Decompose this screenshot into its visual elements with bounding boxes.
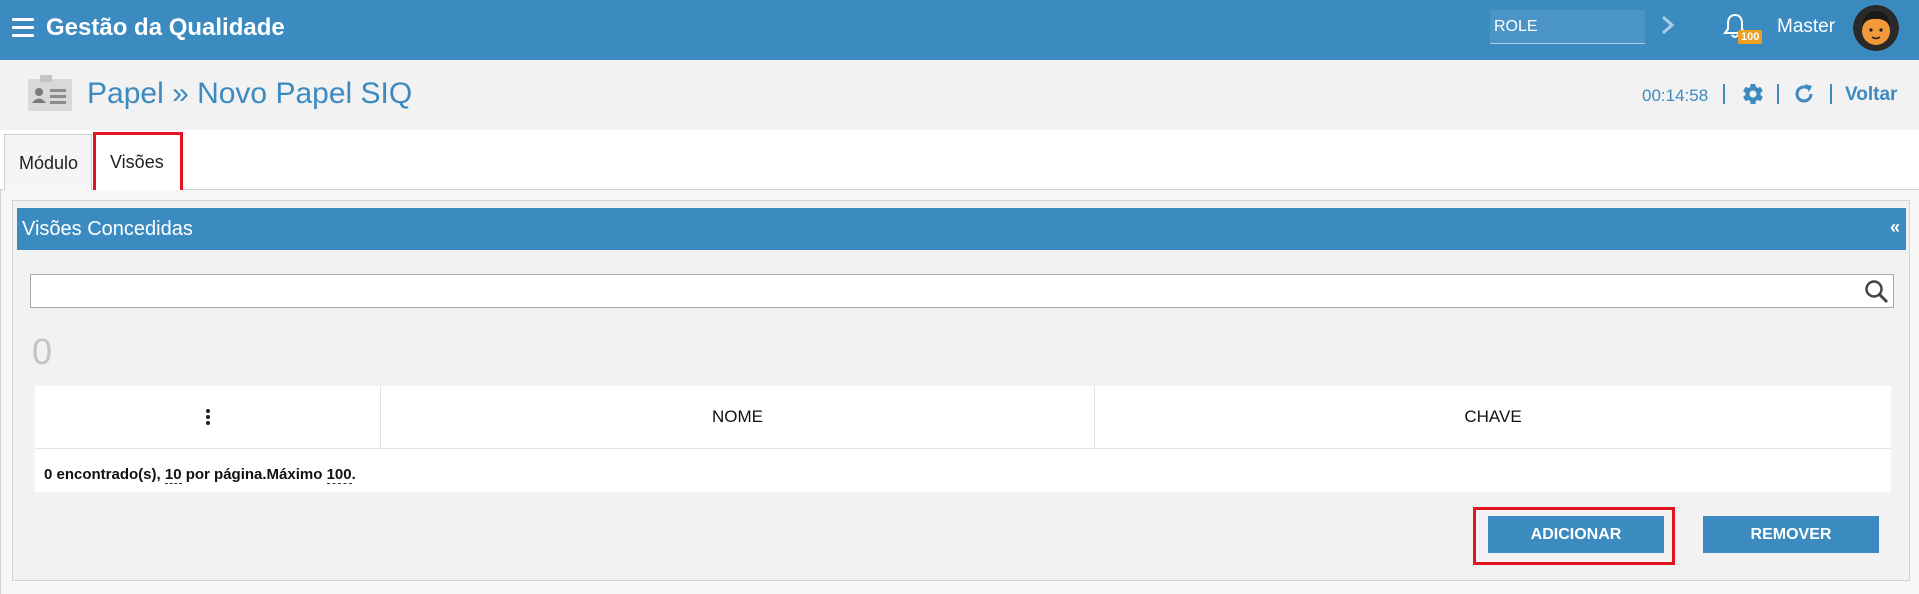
pagination-info: 0 encontrado(s), 10 por página.Máximo 10… xyxy=(44,466,356,484)
per-page-selector[interactable]: 10 xyxy=(164,466,182,484)
session-timer: 00:14:58 xyxy=(1642,86,1709,105)
add-button[interactable]: ADICIONAR xyxy=(1488,516,1664,553)
notifications-button[interactable]: 100 xyxy=(1722,12,1763,48)
page-title: Papel » Novo Papel SIQ xyxy=(87,77,413,110)
back-link[interactable]: Voltar xyxy=(1845,84,1897,106)
panel-title: Visões Concedidas xyxy=(22,218,193,240)
remove-button[interactable]: REMOVER xyxy=(1703,516,1879,553)
panel-header: Visões Concedidas « xyxy=(17,208,1906,250)
column-header-nome[interactable]: NOME xyxy=(381,386,1095,449)
page-header: Papel » Novo Papel SIQ 00:14:58 Voltar xyxy=(0,60,1919,130)
role-input[interactable] xyxy=(1490,10,1645,44)
column-menu[interactable] xyxy=(35,386,381,449)
gear-icon[interactable] xyxy=(1741,82,1765,106)
app-title: Gestão da Qualidade xyxy=(46,14,285,41)
visoes-table: NOME CHAVE 0 encontrado(s), 10 por págin… xyxy=(35,386,1891,492)
found-text: 0 encontrado(s), xyxy=(44,466,165,483)
refresh-icon[interactable] xyxy=(1792,82,1816,106)
tab-modulo[interactable]: Módulo xyxy=(4,134,92,191)
separator xyxy=(1830,84,1832,104)
tab-bar: Módulo Visões xyxy=(0,130,1919,191)
per-page-text: por página.Máximo xyxy=(181,466,327,483)
separator xyxy=(1777,84,1779,104)
search-icon[interactable] xyxy=(1864,279,1890,305)
hamburger-menu-icon[interactable] xyxy=(12,18,34,38)
chevron-right-icon[interactable] xyxy=(1660,14,1676,36)
result-count: 0 xyxy=(32,331,53,372)
top-bar: Gestão da Qualidade 100 Master xyxy=(0,0,1919,60)
collapse-icon[interactable]: « xyxy=(1890,217,1900,238)
id-card-icon xyxy=(28,75,72,111)
kebab-menu-icon[interactable] xyxy=(205,408,211,426)
visoes-panel: Visões Concedidas « 0 NOME CHAVE 0 encon… xyxy=(12,200,1910,581)
max-selector[interactable]: 100 xyxy=(326,466,352,484)
tab-visoes[interactable]: Visões xyxy=(96,134,180,191)
separator xyxy=(1723,84,1725,104)
column-header-chave[interactable]: CHAVE xyxy=(1095,386,1891,449)
avatar[interactable] xyxy=(1853,5,1899,51)
search-input[interactable] xyxy=(30,274,1894,308)
max-suffix: . xyxy=(351,466,356,483)
user-name[interactable]: Master xyxy=(1777,16,1835,38)
notifications-badge: 100 xyxy=(1738,30,1763,44)
